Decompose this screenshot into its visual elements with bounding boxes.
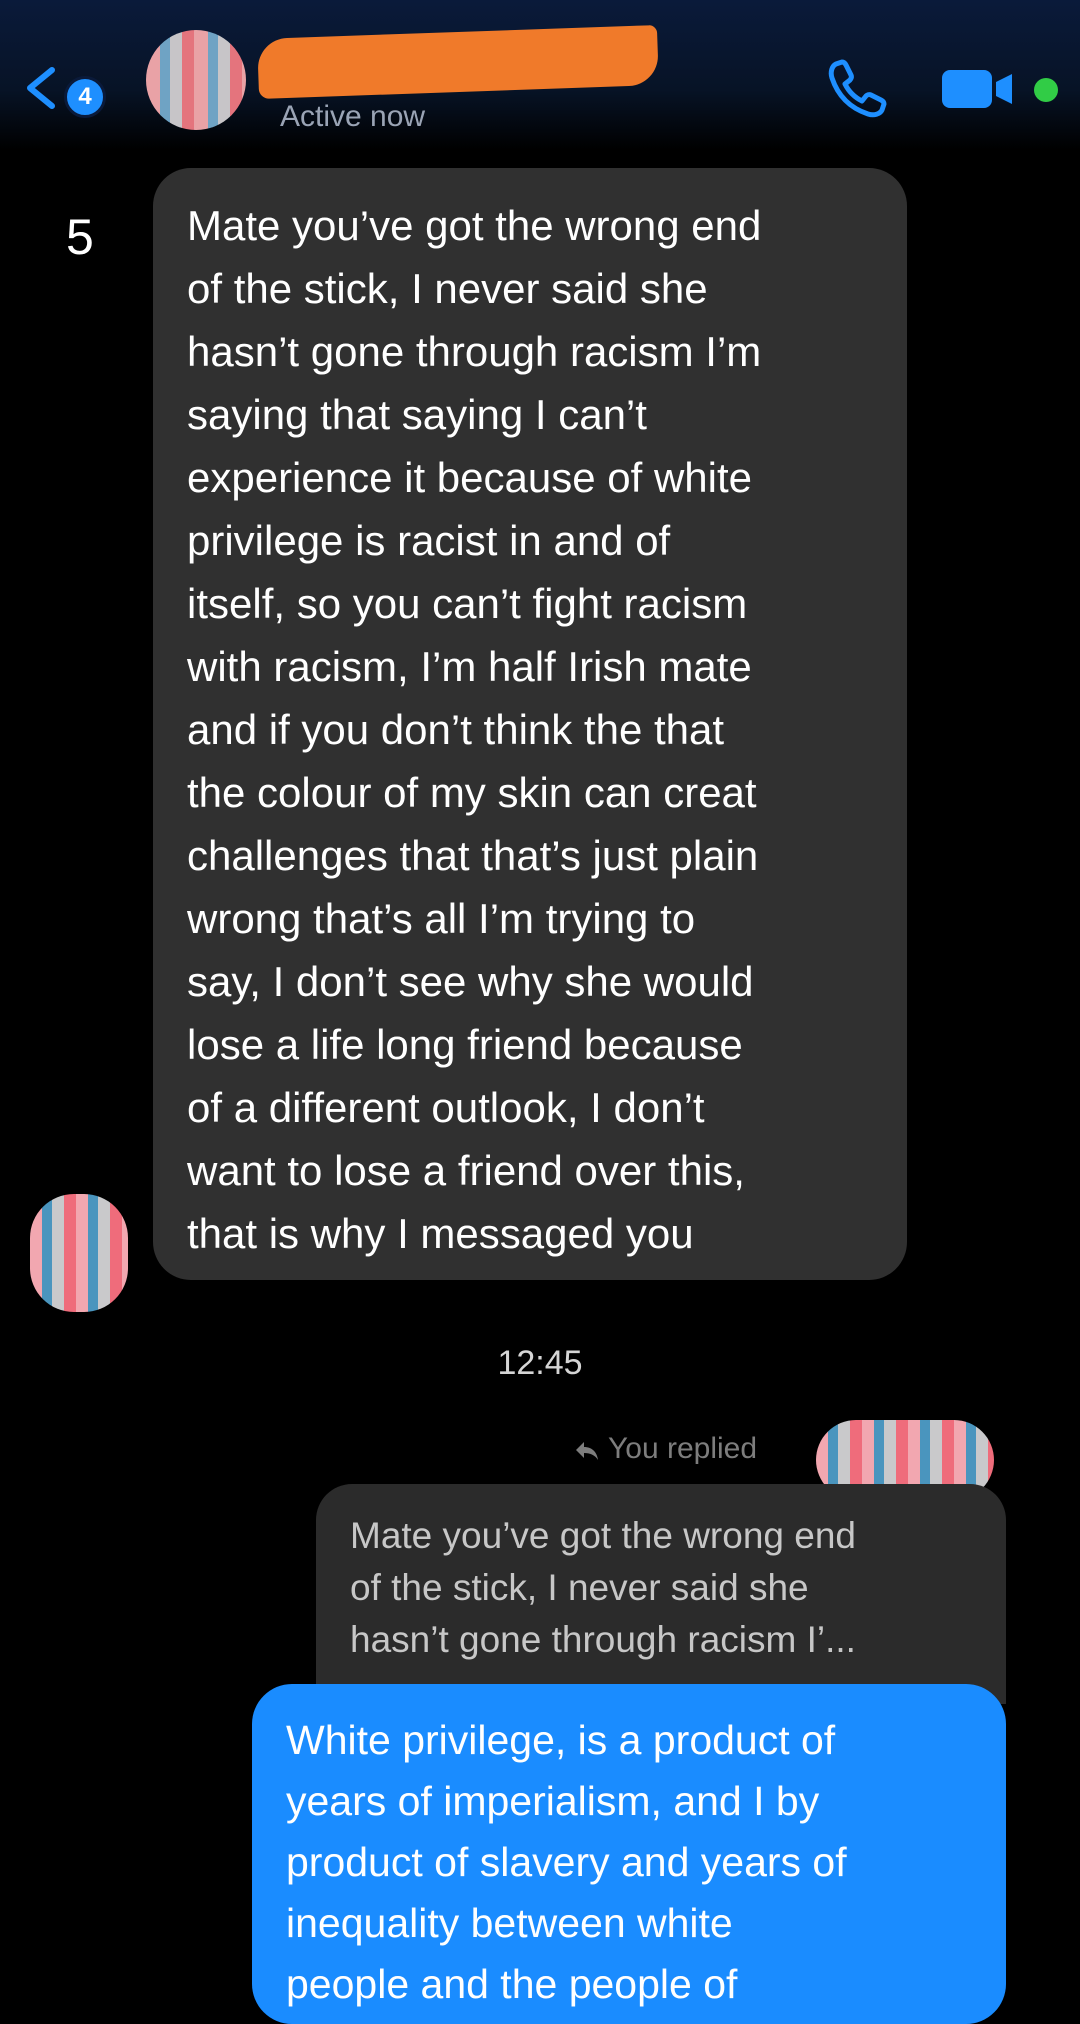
- active-status: Active now: [280, 100, 426, 133]
- chevron-left-icon: [27, 67, 55, 109]
- incoming-message-bubble[interactable]: Mate you’ve got the wrong end of the sti…: [153, 168, 907, 1280]
- quoted-message-text: Mate you’ve got the wrong end of the sti…: [350, 1515, 856, 1660]
- unread-marker: 5: [66, 209, 94, 265]
- reply-indicator: You replied: [574, 1432, 757, 1466]
- unread-count-badge: 4: [64, 76, 106, 118]
- contact-name-redaction: [257, 25, 659, 99]
- conversation-header: 4 Active now: [0, 0, 1080, 150]
- reply-label-text: You replied: [608, 1432, 758, 1465]
- contact-avatar[interactable]: [146, 30, 246, 130]
- phone-call-button[interactable]: [822, 54, 892, 124]
- incoming-message-text: Mate you’ve got the wrong end of the sti…: [187, 202, 762, 1257]
- video-camera-icon: [942, 70, 1012, 108]
- active-indicator: [1034, 78, 1058, 102]
- outgoing-message-bubble[interactable]: White privilege, is a product of years o…: [252, 1684, 1006, 2024]
- back-button[interactable]: 4: [22, 62, 112, 118]
- outgoing-message-text: White privilege, is a product of years o…: [286, 1717, 847, 2007]
- reply-arrow-icon: [576, 1442, 598, 1460]
- quoted-message-bubble[interactable]: Mate you’ve got the wrong end of the sti…: [316, 1484, 1006, 1704]
- sender-avatar[interactable]: [30, 1194, 128, 1312]
- phone-icon: [828, 59, 887, 118]
- message-timestamp: 12:45: [497, 1344, 583, 1382]
